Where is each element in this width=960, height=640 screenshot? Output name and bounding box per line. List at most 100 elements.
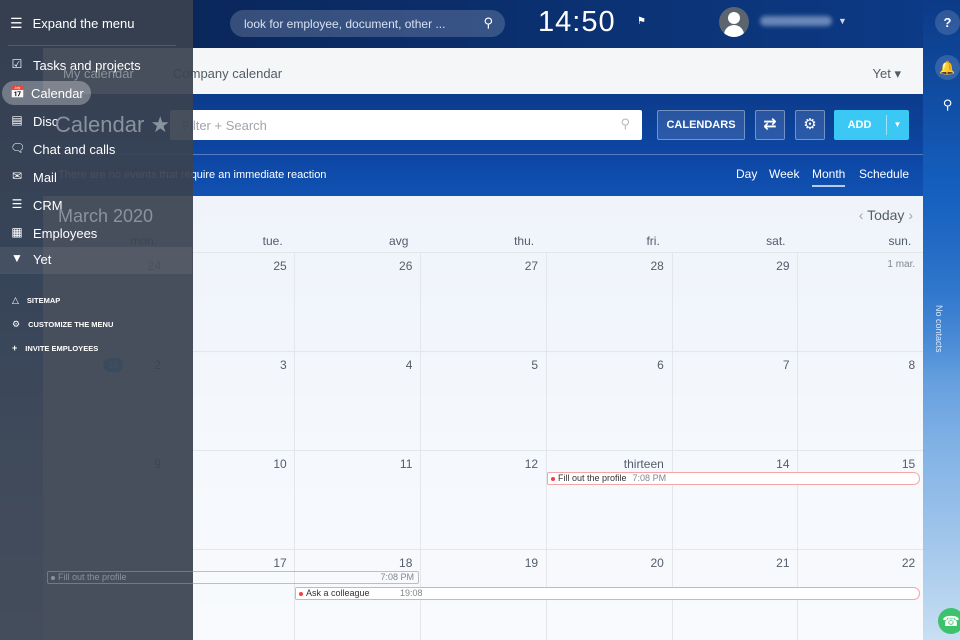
day-cell-number[interactable]: thirteen bbox=[546, 457, 672, 471]
day-cell-number[interactable]: 14 bbox=[672, 457, 798, 471]
weekday-header: sat. bbox=[766, 234, 786, 248]
sync-button[interactable]: ⇄ bbox=[755, 110, 785, 140]
day-cell-number[interactable]: 27 bbox=[420, 259, 546, 273]
search-icon: ⚲ bbox=[620, 116, 630, 131]
menu-item-crm[interactable]: ☰ CRM bbox=[0, 193, 193, 217]
expand-label: Expand the menu bbox=[32, 16, 135, 31]
chevron-right-icon[interactable]: › bbox=[908, 207, 913, 223]
sitemap-icon: △ bbox=[12, 295, 19, 305]
no-contacts-label: No contacts bbox=[934, 305, 944, 353]
menu-item-employees[interactable]: ▦ Employees bbox=[0, 221, 193, 245]
divider bbox=[8, 45, 176, 46]
weekday-header: fri. bbox=[646, 234, 660, 248]
sitemap-link[interactable]: △ SITEMAP bbox=[12, 295, 60, 306]
menu-label: Yet bbox=[33, 252, 52, 267]
phone-icon[interactable]: ☎ bbox=[938, 608, 960, 634]
weekday-header: thu. bbox=[514, 234, 535, 248]
calendars-button[interactable]: CALENDARS bbox=[657, 110, 745, 140]
day-cell-number[interactable]: 26 bbox=[294, 259, 420, 273]
day-cell-number[interactable]: 7 bbox=[672, 358, 798, 372]
day-cell-number[interactable]: 18 bbox=[294, 556, 420, 570]
menu-label: Calendar bbox=[31, 86, 84, 101]
gear-icon: ⚙ bbox=[12, 319, 21, 329]
chevron-down-icon[interactable]: ▼ bbox=[838, 16, 847, 26]
event-title: Ask a colleague bbox=[306, 588, 370, 598]
invite-employees-link[interactable]: + INVITE EMPLOYEES bbox=[12, 343, 98, 353]
user-name-blurred[interactable] bbox=[760, 16, 832, 26]
menu-label: Employees bbox=[33, 226, 98, 241]
day-cell-number[interactable]: 28 bbox=[546, 259, 672, 273]
day-cell-number[interactable]: 11 bbox=[294, 457, 420, 471]
day-cell-number[interactable]: 21 bbox=[672, 556, 798, 570]
expand-menu-button[interactable]: ☰ Expand the menu bbox=[10, 15, 134, 32]
day-cell-number[interactable]: 29 bbox=[672, 259, 798, 273]
menu-label: Disc bbox=[33, 114, 59, 129]
view-schedule[interactable]: Schedule bbox=[859, 167, 909, 181]
settings-button[interactable]: ⚙ bbox=[795, 110, 825, 140]
view-month[interactable]: Month bbox=[812, 167, 846, 187]
day-cell-number[interactable]: 4 bbox=[294, 358, 420, 372]
day-cell-number[interactable]: 6 bbox=[546, 358, 672, 372]
grid-line bbox=[797, 252, 799, 640]
chevron-left-icon[interactable]: ‹ bbox=[859, 207, 864, 223]
help-icon[interactable]: ? bbox=[935, 10, 960, 35]
drive-icon: ▤ bbox=[11, 113, 23, 127]
event-title: Fill out the profile bbox=[558, 473, 627, 483]
day-cell-number[interactable]: 5 bbox=[420, 358, 546, 372]
tab-more[interactable]: Yet ▾ bbox=[873, 66, 901, 82]
menu-label: Mail bbox=[33, 170, 57, 185]
today-nav[interactable]: ‹ Today › bbox=[859, 207, 913, 223]
grid-line bbox=[545, 252, 547, 640]
day-cell-number[interactable]: 15 bbox=[797, 457, 923, 471]
clock[interactable]: 14:50 bbox=[538, 6, 616, 39]
event-time: 7:08 PM bbox=[632, 473, 667, 483]
event-dot bbox=[299, 592, 303, 596]
today-button[interactable]: Today bbox=[867, 207, 904, 223]
day-cell-number[interactable]: 19 bbox=[420, 556, 546, 570]
search-icon[interactable]: ⚲ bbox=[935, 92, 960, 117]
day-cell-number[interactable]: 8 bbox=[797, 358, 923, 372]
view-day[interactable]: Day bbox=[736, 167, 757, 181]
global-search-input[interactable]: look for employee, document, other ... ⚲ bbox=[230, 10, 505, 37]
id-card-icon: ▦ bbox=[11, 225, 23, 239]
avatar[interactable] bbox=[719, 7, 749, 37]
flag-icon[interactable]: ⚑ bbox=[637, 16, 646, 27]
add-button[interactable]: ADD ▼ bbox=[834, 110, 909, 140]
search-icon: ⚲ bbox=[483, 15, 493, 30]
day-cell-number[interactable]: 1 mar. bbox=[797, 259, 923, 270]
menu-item-disc[interactable]: ▤ Disc bbox=[0, 109, 193, 133]
chevron-circle-down-icon: ▼ bbox=[11, 251, 23, 265]
filter-search-input[interactable]: Filter + Search ⚲ bbox=[170, 110, 642, 140]
day-cell-number[interactable]: 22 bbox=[797, 556, 923, 570]
menu-label: CRM bbox=[33, 198, 63, 213]
customize-menu-link[interactable]: ⚙ CUSTOMIZE THE MENU bbox=[12, 319, 113, 330]
grid-line bbox=[420, 252, 422, 640]
filter-placeholder: Filter + Search bbox=[182, 118, 267, 133]
menu-item-more[interactable]: ▼ Yet bbox=[0, 247, 192, 274]
link-label: CUSTOMIZE THE MENU bbox=[28, 320, 114, 329]
grid-line bbox=[671, 252, 673, 640]
weekday-header: sun. bbox=[888, 234, 912, 248]
plus-icon: + bbox=[12, 343, 18, 353]
mail-icon: ✉ bbox=[11, 169, 23, 183]
menu-label: Chat and calls bbox=[33, 142, 116, 157]
link-label: SITEMAP bbox=[26, 296, 61, 305]
refresh-icon: ⇄ bbox=[763, 116, 777, 133]
bell-icon[interactable]: 🔔 bbox=[935, 55, 960, 80]
menu-item-mail[interactable]: ✉ Mail bbox=[0, 165, 193, 189]
event-dot bbox=[551, 477, 555, 481]
day-cell-number[interactable]: 12 bbox=[420, 457, 546, 471]
add-label: ADD bbox=[847, 119, 872, 131]
menu-item-tasks[interactable]: ☑ Tasks and projects bbox=[0, 53, 193, 77]
menu-item-calendar[interactable]: 📅 Calendar bbox=[2, 81, 91, 105]
day-cell-number[interactable]: 20 bbox=[546, 556, 672, 570]
event-ask-colleague[interactable]: Ask a colleague 19:08 bbox=[295, 587, 920, 600]
search-placeholder: look for employee, document, other ... bbox=[244, 17, 446, 31]
event-fill-profile[interactable]: Fill out the profile 7:08 PM bbox=[547, 472, 920, 485]
view-week[interactable]: Week bbox=[769, 167, 799, 181]
link-label: INVITE EMPLOYEES bbox=[25, 344, 99, 353]
chevron-down-icon[interactable]: ▼ bbox=[886, 115, 908, 135]
grid-line bbox=[294, 252, 296, 640]
menu-item-chat[interactable]: 🗨 Chat and calls bbox=[0, 137, 193, 161]
filter-icon: ☰ bbox=[11, 197, 23, 211]
